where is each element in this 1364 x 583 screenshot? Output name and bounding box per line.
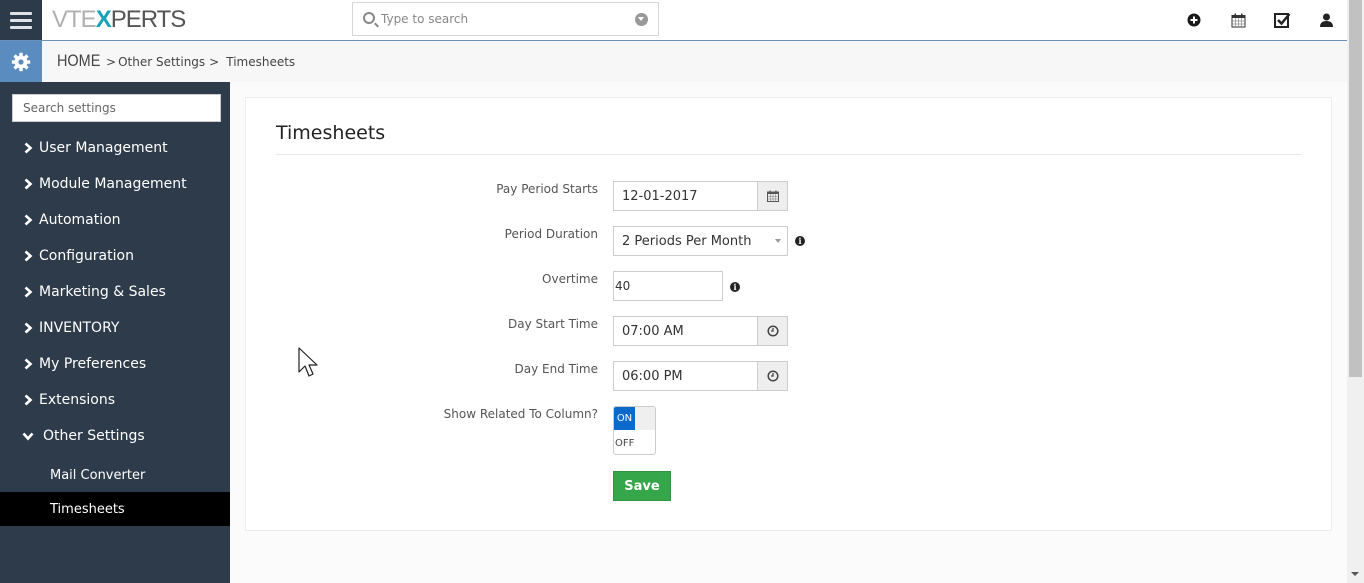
chevron-right-icon	[20, 284, 36, 300]
sidebar-item-label: INVENTORY	[39, 320, 120, 336]
time-picker-button[interactable]	[757, 316, 788, 346]
user-icon	[1319, 13, 1333, 27]
sidebar-subitem-label: Mail Converter	[50, 467, 146, 483]
checkbox-icon	[1273, 13, 1290, 28]
quick-create-button[interactable]	[1183, 10, 1205, 30]
page-scrollbar[interactable]	[1347, 0, 1364, 583]
company-logo[interactable]: VTEXPERTS	[52, 6, 187, 34]
plus-circle-icon	[1187, 13, 1201, 27]
sidebar-item-extensions[interactable]: Extensions	[0, 382, 230, 418]
tasks-button[interactable]	[1271, 10, 1293, 30]
day-start-time-input[interactable]	[613, 316, 758, 346]
top-navbar: VTEXPERTS	[0, 0, 1347, 41]
global-search-input[interactable]	[381, 9, 621, 29]
sidebar-item-label: User Management	[39, 140, 168, 156]
hamburger-menu-icon[interactable]	[0, 0, 42, 40]
caret-down-icon	[775, 239, 781, 243]
save-button[interactable]: Save	[613, 471, 671, 501]
clock-icon	[766, 370, 779, 382]
toggle-on-option[interactable]: ON	[614, 407, 635, 430]
breadcrumb-timesheets: Timesheets	[226, 55, 296, 69]
sidebar-item-other-settings[interactable]: Other Settings	[0, 418, 230, 454]
show-related-label: Show Related To Column?	[443, 407, 598, 421]
chevron-right-icon	[20, 176, 36, 192]
chevron-right-icon	[20, 140, 36, 156]
sidebar-item-inventory[interactable]: INVENTORY	[0, 310, 230, 346]
sidebar-item-module-management[interactable]: Module Management	[0, 166, 230, 202]
sidebar-item-label: Extensions	[39, 392, 116, 408]
pay-period-starts-input[interactable]	[613, 181, 758, 211]
chevron-right-icon	[20, 356, 36, 372]
breadcrumb-other-settings[interactable]: Other Settings	[118, 55, 205, 69]
pay-period-starts-label: Pay Period Starts	[496, 182, 598, 196]
date-picker-button[interactable]	[757, 181, 788, 211]
breadcrumb-home[interactable]: HOME	[57, 51, 100, 71]
search-dropdown-icon[interactable]	[635, 13, 648, 26]
sidebar-item-automation[interactable]: Automation	[0, 202, 230, 238]
time-picker-button[interactable]	[757, 361, 788, 391]
info-icon[interactable]: i	[795, 236, 805, 246]
breadcrumb-separator: >	[209, 55, 220, 69]
timesheets-settings-panel: Timesheets Pay Period Starts Period Dura…	[245, 97, 1332, 531]
settings-search-input[interactable]	[12, 94, 221, 122]
breadcrumb: HOME > Other Settings > Timesheets	[57, 51, 295, 71]
period-duration-select[interactable]: 2 Periods Per Month	[613, 226, 788, 256]
scrollbar-thumb[interactable]	[1349, 0, 1362, 377]
search-icon	[363, 12, 375, 24]
toggle-off-option[interactable]: OFF	[614, 432, 635, 454]
overtime-label: Overtime	[542, 272, 598, 286]
page-title: Timesheets	[276, 122, 386, 144]
sidebar-item-label: Module Management	[39, 176, 187, 192]
settings-sidebar: User Management Module Management Automa…	[0, 82, 230, 583]
day-start-time-label: Day Start Time	[507, 317, 598, 331]
day-end-time-label: Day End Time	[514, 362, 599, 376]
sidebar-item-label: Other Settings	[43, 428, 145, 444]
breadcrumb-bar: HOME > Other Settings > Timesheets	[0, 41, 1347, 82]
calendar-button[interactable]	[1227, 10, 1249, 30]
sidebar-subitem-mail-converter[interactable]: Mail Converter	[0, 458, 230, 492]
logo-text-2: PERTS	[110, 6, 187, 33]
info-icon[interactable]: i	[730, 282, 740, 292]
day-end-time-input[interactable]	[613, 361, 758, 391]
sidebar-item-label: Marketing & Sales	[39, 284, 166, 300]
sidebar-item-user-management[interactable]: User Management	[0, 130, 230, 166]
title-divider	[276, 154, 1301, 155]
gear-icon	[11, 52, 31, 71]
toggle-track	[635, 407, 655, 430]
sidebar-item-my-preferences[interactable]: My Preferences	[0, 346, 230, 382]
chevron-right-icon	[20, 248, 36, 264]
sidebar-item-configuration[interactable]: Configuration	[0, 238, 230, 274]
chevron-right-icon	[20, 212, 36, 228]
sidebar-subitem-timesheets[interactable]: Timesheets	[0, 492, 230, 526]
chevron-right-icon	[20, 320, 36, 336]
global-search	[352, 2, 659, 36]
chevron-down-icon	[20, 428, 36, 444]
clock-icon	[766, 325, 779, 337]
show-related-toggle[interactable]: ON OFF	[613, 406, 656, 455]
period-duration-value: 2 Periods Per Month	[622, 233, 752, 249]
sidebar-item-label: My Preferences	[39, 356, 147, 372]
breadcrumb-separator: >	[106, 55, 117, 69]
user-menu-button[interactable]	[1315, 10, 1337, 30]
settings-menu: User Management Module Management Automa…	[0, 130, 230, 526]
chevron-right-icon	[20, 392, 36, 408]
scroll-down-arrow-icon[interactable]	[1351, 572, 1359, 576]
logo-text-1: VTE	[52, 6, 97, 33]
logo-text-x: X	[95, 6, 112, 33]
sidebar-item-label: Automation	[39, 212, 121, 228]
calendar-icon	[766, 190, 779, 202]
calendar-icon	[1231, 13, 1245, 27]
settings-gear-button[interactable]	[0, 41, 42, 82]
period-duration-label: Period Duration	[504, 227, 598, 241]
sidebar-item-label: Configuration	[39, 248, 134, 264]
overtime-input[interactable]	[613, 271, 723, 301]
sidebar-subitem-label: Timesheets	[50, 501, 125, 517]
sidebar-item-marketing-sales[interactable]: Marketing & Sales	[0, 274, 230, 310]
